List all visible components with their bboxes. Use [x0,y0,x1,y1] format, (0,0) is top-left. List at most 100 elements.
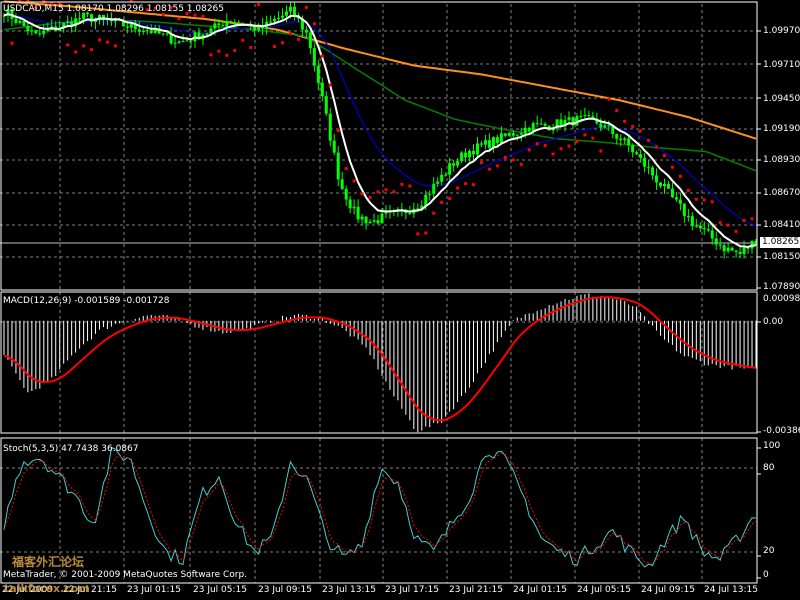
candle-body [499,133,503,143]
time-axis-label: 24 Jul 05:15 [577,585,631,595]
candle-body [292,6,296,16]
sar-dot [392,190,396,194]
sar-dot [18,0,22,2]
candle-body [452,163,456,166]
sar-dot [710,200,714,204]
sar-dot [575,139,579,143]
candle-body [607,125,611,127]
candle-body [619,138,623,141]
sar-dot [105,40,109,44]
candle-body [336,152,340,180]
candle-body [527,127,531,132]
candle-body [690,216,694,227]
watermark-cn: 福客外汇论坛 [12,555,85,569]
candle-body [173,42,177,44]
candle-body [165,33,169,35]
candle-body [316,65,320,83]
candle-body [360,216,364,220]
time-axis-label: 23 Jul 17:15 [385,585,439,595]
copyright-text: MetaTrader, © 2001-2009 MetaQuotes Softw… [3,570,248,580]
sar-dot [249,45,253,49]
candle-body [511,133,515,136]
candle-body [304,29,308,33]
sar-dot [304,5,308,9]
candle-body [436,181,440,184]
sar-dot [750,217,754,221]
sar-dot [217,49,221,53]
sar-dot [503,155,507,159]
sar-dot [10,41,14,45]
candle-body [734,250,738,252]
candle-body [662,183,666,187]
price-axis-label: 1.09710 [763,60,800,70]
sar-dot [320,54,324,58]
sar-dot [726,223,730,227]
candle-body [18,20,22,23]
candle-body [233,22,237,24]
sar-dot [352,179,356,183]
macd-axis-label: -0.00386 [763,426,800,436]
candle-body [320,82,324,97]
candle-body [221,25,225,27]
sar-dot [599,149,603,153]
candle-body [742,247,746,254]
sar-dot [631,124,635,128]
parabolic-sar-dots [10,0,754,236]
sar-dot [583,133,587,137]
sar-dot [647,138,651,142]
sar-dot [416,232,420,236]
sar-dot [177,17,181,21]
candle-body [380,213,384,224]
macd-axis-label: 0.00 [763,317,784,327]
stoch-signal-path [3,452,757,565]
candle-body [479,143,483,145]
sar-dot [551,152,555,156]
candle-body [706,229,710,231]
sar-dot [591,136,595,140]
stoch-axis-label: 100 [763,441,781,451]
candle-body [288,6,292,12]
candle-body [145,30,149,32]
candle-body [694,225,698,227]
sar-dot [384,188,388,192]
candle-body [475,143,479,155]
candle-body [281,15,285,18]
stoch-main-line [3,446,757,568]
current-price-badge: 1.08265 [760,237,800,248]
candle-body [213,23,217,29]
sar-dot [702,198,706,202]
price-panel-title: USDCAD,M15 1.08170 1.08296 1.08155 1.082… [3,4,224,14]
sar-dot [456,186,460,190]
macd-signal-path [3,296,757,422]
candle-body [356,206,360,220]
candle-body [344,188,348,200]
sar-dot [368,196,372,200]
ma-fast-line [3,13,757,249]
sar-dot [615,108,619,112]
sar-dot [655,145,659,149]
sar-dot [281,41,285,45]
candle-body [408,213,412,215]
candle-body [472,150,476,155]
candle-body [137,29,141,32]
candle-body [464,152,468,158]
price-axis-label: 1.09450 [763,94,800,104]
candle-body [440,174,444,182]
candle-body [26,26,30,32]
sar-dot [686,188,690,192]
candle-body [456,161,460,166]
stoch-signal-line [3,452,757,565]
price-axis-label: 1.09190 [763,124,800,134]
sar-dot [519,162,523,166]
candle-body [674,197,678,200]
sar-dot [535,142,539,146]
price-axis-label: 1.08930 [763,155,800,165]
candle-body [237,22,241,24]
candle-body [34,30,38,34]
time-axis-label: 23 Jul 05:15 [193,585,247,595]
candle-body [225,21,229,27]
candle-body [623,138,627,141]
candle-body [328,113,332,141]
sar-dot [424,231,428,235]
candle-body [643,157,647,167]
